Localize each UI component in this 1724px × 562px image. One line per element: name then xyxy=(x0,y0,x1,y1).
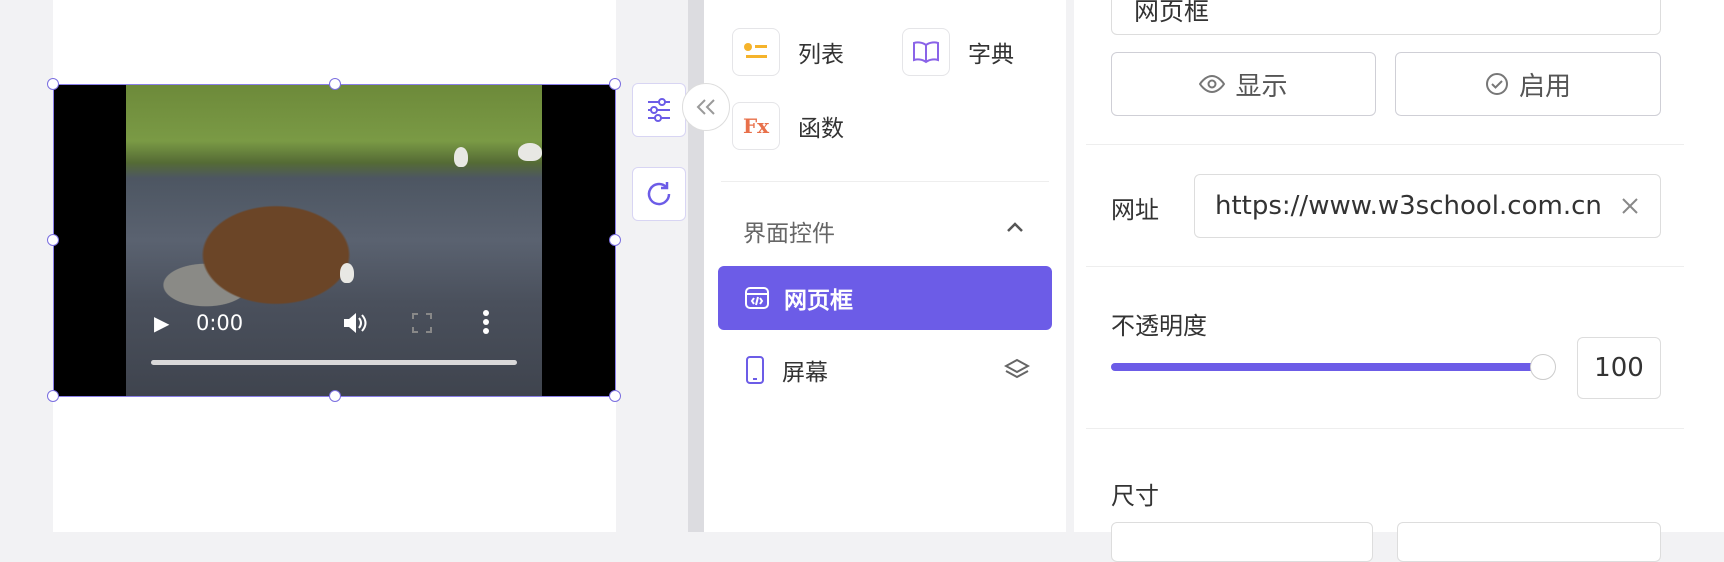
book-icon xyxy=(902,28,950,76)
function-icon: Fx xyxy=(732,102,780,150)
opacity-slider-fill xyxy=(1111,363,1543,371)
collapse-panel-button[interactable] xyxy=(682,83,730,131)
url-label: 网址 xyxy=(1111,196,1159,224)
resize-handle[interactable] xyxy=(609,390,621,402)
selection-box xyxy=(47,78,621,402)
opacity-slider-track[interactable] xyxy=(1111,363,1543,371)
enable-label: 启用 xyxy=(1518,71,1571,102)
divider xyxy=(1086,266,1684,267)
sliders-icon xyxy=(648,98,670,122)
panel-gap xyxy=(1066,0,1074,532)
divider xyxy=(1086,144,1684,145)
tree-item-screen[interactable]: 屏幕 xyxy=(718,338,1052,402)
tree-item-label: 网页框 xyxy=(784,288,853,314)
name-input[interactable]: 网页框 xyxy=(1111,0,1661,35)
size-label: 尺寸 xyxy=(1111,482,1159,510)
url-input[interactable]: https://www.w3school.com.cn xyxy=(1194,174,1661,238)
resize-handle[interactable] xyxy=(329,390,341,402)
height-input[interactable] xyxy=(1397,522,1661,562)
clear-icon[interactable] xyxy=(1620,196,1640,216)
opacity-slider-thumb[interactable] xyxy=(1530,354,1556,380)
tree-item-webframe[interactable]: 网页框 xyxy=(718,266,1052,330)
refresh-icon xyxy=(647,182,671,206)
resize-handle[interactable] xyxy=(47,234,59,246)
mobile-icon xyxy=(746,356,764,384)
divider xyxy=(1086,428,1684,429)
webframe-icon xyxy=(745,287,769,309)
component-list[interactable]: 列表 xyxy=(732,28,844,76)
list-icon xyxy=(732,28,780,76)
resize-handle[interactable] xyxy=(47,390,59,402)
component-label: 列表 xyxy=(798,42,844,68)
refresh-button[interactable] xyxy=(632,167,686,221)
show-button[interactable]: 显示 xyxy=(1111,52,1376,116)
divider xyxy=(721,181,1049,182)
tree-item-label: 屏幕 xyxy=(782,360,828,386)
opacity-value: 100 xyxy=(1594,353,1644,383)
opacity-number-input[interactable]: 100 xyxy=(1577,337,1661,399)
double-chevron-left-icon xyxy=(696,99,715,115)
resize-handle[interactable] xyxy=(609,78,621,90)
url-input-value: https://www.w3school.com.cn xyxy=(1215,191,1602,221)
show-label: 显示 xyxy=(1235,71,1288,102)
section-title: 界面控件 xyxy=(743,221,835,247)
check-circle-icon xyxy=(1485,73,1508,95)
name-input-value: 网页框 xyxy=(1134,0,1210,26)
resize-handle[interactable] xyxy=(329,78,341,90)
chevron-up-icon[interactable] xyxy=(1006,214,1024,238)
resize-handle[interactable] xyxy=(47,78,59,90)
opacity-label: 不透明度 xyxy=(1111,312,1207,340)
enable-button[interactable]: 启用 xyxy=(1395,52,1661,116)
width-input[interactable] xyxy=(1111,522,1373,562)
component-label: 字典 xyxy=(968,42,1014,68)
component-label: 函数 xyxy=(798,116,844,142)
layers-icon[interactable] xyxy=(1004,358,1030,382)
panel-resize-strip[interactable] xyxy=(688,0,704,532)
component-dictionary[interactable]: 字典 xyxy=(902,28,1014,76)
eye-icon xyxy=(1199,74,1226,94)
resize-handle[interactable] xyxy=(609,234,621,246)
component-function[interactable]: Fx 函数 xyxy=(732,102,844,150)
adjust-settings-button[interactable] xyxy=(632,83,686,137)
